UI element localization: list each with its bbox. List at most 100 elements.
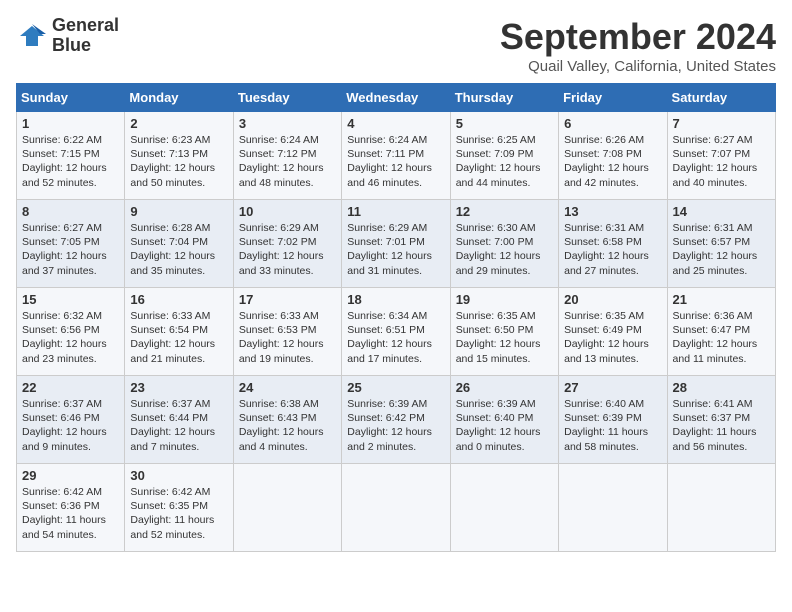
cell-info-line: Sunrise: 6:30 AM bbox=[456, 221, 553, 235]
cell-info-line: and 52 minutes. bbox=[130, 528, 227, 542]
cell-info-line: Sunset: 7:01 PM bbox=[347, 235, 444, 249]
cell-info-line: Daylight: 12 hours bbox=[564, 337, 661, 351]
cell-info-line: Sunset: 7:09 PM bbox=[456, 147, 553, 161]
cell-info-line: Sunset: 6:56 PM bbox=[22, 323, 119, 337]
cell-info-line: Daylight: 12 hours bbox=[130, 425, 227, 439]
cell-info-line: Sunset: 6:57 PM bbox=[673, 235, 770, 249]
cell-info-line: Sunset: 6:44 PM bbox=[130, 411, 227, 425]
day-number: 7 bbox=[673, 116, 770, 131]
cell-info-line: and 7 minutes. bbox=[130, 440, 227, 454]
calendar-week-row: 29Sunrise: 6:42 AMSunset: 6:36 PMDayligh… bbox=[17, 464, 776, 552]
cell-info-line: Daylight: 11 hours bbox=[130, 513, 227, 527]
day-number: 30 bbox=[130, 468, 227, 483]
day-number: 13 bbox=[564, 204, 661, 219]
day-number: 4 bbox=[347, 116, 444, 131]
cell-info-line: and 27 minutes. bbox=[564, 264, 661, 278]
cell-info-line: and 0 minutes. bbox=[456, 440, 553, 454]
cell-info-line: and 40 minutes. bbox=[673, 176, 770, 190]
calendar-cell: 18Sunrise: 6:34 AMSunset: 6:51 PMDayligh… bbox=[342, 288, 450, 376]
cell-info-line: Sunset: 7:05 PM bbox=[22, 235, 119, 249]
calendar-cell: 20Sunrise: 6:35 AMSunset: 6:49 PMDayligh… bbox=[559, 288, 667, 376]
calendar-cell: 22Sunrise: 6:37 AMSunset: 6:46 PMDayligh… bbox=[17, 376, 125, 464]
cell-info-line: Sunrise: 6:34 AM bbox=[347, 309, 444, 323]
cell-info-line: Sunset: 6:47 PM bbox=[673, 323, 770, 337]
cell-info-line: Sunrise: 6:32 AM bbox=[22, 309, 119, 323]
header: General Blue September 2024 Quail Valley… bbox=[16, 16, 776, 75]
cell-info-line: and 48 minutes. bbox=[239, 176, 336, 190]
calendar-title: September 2024 bbox=[500, 16, 776, 58]
cell-info-line: Daylight: 12 hours bbox=[239, 337, 336, 351]
cell-info-line: Sunrise: 6:41 AM bbox=[673, 397, 770, 411]
cell-info-line: Daylight: 12 hours bbox=[22, 161, 119, 175]
cell-info-line: Sunset: 7:04 PM bbox=[130, 235, 227, 249]
calendar-cell: 9Sunrise: 6:28 AMSunset: 7:04 PMDaylight… bbox=[125, 200, 233, 288]
day-number: 27 bbox=[564, 380, 661, 395]
cell-info-line: Sunset: 6:36 PM bbox=[22, 499, 119, 513]
calendar-cell: 27Sunrise: 6:40 AMSunset: 6:39 PMDayligh… bbox=[559, 376, 667, 464]
cell-info-line: Daylight: 12 hours bbox=[347, 425, 444, 439]
cell-info-line: and 2 minutes. bbox=[347, 440, 444, 454]
calendar-cell: 16Sunrise: 6:33 AMSunset: 6:54 PMDayligh… bbox=[125, 288, 233, 376]
cell-info-line: Daylight: 12 hours bbox=[456, 161, 553, 175]
calendar-cell bbox=[667, 464, 775, 552]
calendar-cell bbox=[342, 464, 450, 552]
cell-info-line: Sunrise: 6:29 AM bbox=[239, 221, 336, 235]
cell-info-line: Sunset: 6:37 PM bbox=[673, 411, 770, 425]
cell-info-line: Daylight: 12 hours bbox=[22, 337, 119, 351]
cell-info-line: and 9 minutes. bbox=[22, 440, 119, 454]
day-number: 14 bbox=[673, 204, 770, 219]
cell-info-line: Sunrise: 6:38 AM bbox=[239, 397, 336, 411]
logo-bird-icon bbox=[16, 22, 48, 50]
cell-info-line: Sunrise: 6:24 AM bbox=[347, 133, 444, 147]
cell-info-line: Sunset: 6:40 PM bbox=[456, 411, 553, 425]
cell-info-line: and 29 minutes. bbox=[456, 264, 553, 278]
cell-info-line: Sunrise: 6:33 AM bbox=[239, 309, 336, 323]
cell-info-line: Sunset: 6:43 PM bbox=[239, 411, 336, 425]
cell-info-line: and 17 minutes. bbox=[347, 352, 444, 366]
calendar-cell: 4Sunrise: 6:24 AMSunset: 7:11 PMDaylight… bbox=[342, 112, 450, 200]
cell-info-line: Sunrise: 6:31 AM bbox=[564, 221, 661, 235]
cell-info-line: Sunrise: 6:37 AM bbox=[22, 397, 119, 411]
calendar-cell: 21Sunrise: 6:36 AMSunset: 6:47 PMDayligh… bbox=[667, 288, 775, 376]
cell-info-line: Daylight: 12 hours bbox=[347, 337, 444, 351]
cell-info-line: Sunrise: 6:26 AM bbox=[564, 133, 661, 147]
calendar-cell: 1Sunrise: 6:22 AMSunset: 7:15 PMDaylight… bbox=[17, 112, 125, 200]
cell-info-line: Daylight: 12 hours bbox=[347, 249, 444, 263]
cell-info-line: Daylight: 12 hours bbox=[673, 249, 770, 263]
weekday-header-tuesday: Tuesday bbox=[233, 84, 341, 112]
cell-info-line: and 19 minutes. bbox=[239, 352, 336, 366]
calendar-cell: 30Sunrise: 6:42 AMSunset: 6:35 PMDayligh… bbox=[125, 464, 233, 552]
calendar-cell: 10Sunrise: 6:29 AMSunset: 7:02 PMDayligh… bbox=[233, 200, 341, 288]
weekday-header-monday: Monday bbox=[125, 84, 233, 112]
cell-info-line: and 46 minutes. bbox=[347, 176, 444, 190]
cell-info-line: Sunrise: 6:22 AM bbox=[22, 133, 119, 147]
cell-info-line: Daylight: 12 hours bbox=[673, 161, 770, 175]
calendar-week-row: 8Sunrise: 6:27 AMSunset: 7:05 PMDaylight… bbox=[17, 200, 776, 288]
cell-info-line: Daylight: 12 hours bbox=[564, 249, 661, 263]
cell-info-line: Sunrise: 6:35 AM bbox=[564, 309, 661, 323]
weekday-header-sunday: Sunday bbox=[17, 84, 125, 112]
cell-info-line: Sunset: 6:42 PM bbox=[347, 411, 444, 425]
calendar-cell: 23Sunrise: 6:37 AMSunset: 6:44 PMDayligh… bbox=[125, 376, 233, 464]
day-number: 25 bbox=[347, 380, 444, 395]
calendar-cell bbox=[233, 464, 341, 552]
calendar-cell: 25Sunrise: 6:39 AMSunset: 6:42 PMDayligh… bbox=[342, 376, 450, 464]
cell-info-line: Sunrise: 6:25 AM bbox=[456, 133, 553, 147]
calendar-week-row: 15Sunrise: 6:32 AMSunset: 6:56 PMDayligh… bbox=[17, 288, 776, 376]
cell-info-line: Daylight: 11 hours bbox=[673, 425, 770, 439]
cell-info-line: Sunset: 6:58 PM bbox=[564, 235, 661, 249]
cell-info-line: Sunset: 6:51 PM bbox=[347, 323, 444, 337]
cell-info-line: Sunset: 7:00 PM bbox=[456, 235, 553, 249]
cell-info-line: and 15 minutes. bbox=[456, 352, 553, 366]
calendar-cell: 7Sunrise: 6:27 AMSunset: 7:07 PMDaylight… bbox=[667, 112, 775, 200]
day-number: 10 bbox=[239, 204, 336, 219]
cell-info-line: Sunset: 7:02 PM bbox=[239, 235, 336, 249]
calendar-cell: 11Sunrise: 6:29 AMSunset: 7:01 PMDayligh… bbox=[342, 200, 450, 288]
calendar-cell: 3Sunrise: 6:24 AMSunset: 7:12 PMDaylight… bbox=[233, 112, 341, 200]
calendar-cell: 14Sunrise: 6:31 AMSunset: 6:57 PMDayligh… bbox=[667, 200, 775, 288]
cell-info-line: and 13 minutes. bbox=[564, 352, 661, 366]
cell-info-line: Sunrise: 6:42 AM bbox=[130, 485, 227, 499]
cell-info-line: Sunset: 7:07 PM bbox=[673, 147, 770, 161]
cell-info-line: Sunrise: 6:24 AM bbox=[239, 133, 336, 147]
cell-info-line: Daylight: 12 hours bbox=[564, 161, 661, 175]
